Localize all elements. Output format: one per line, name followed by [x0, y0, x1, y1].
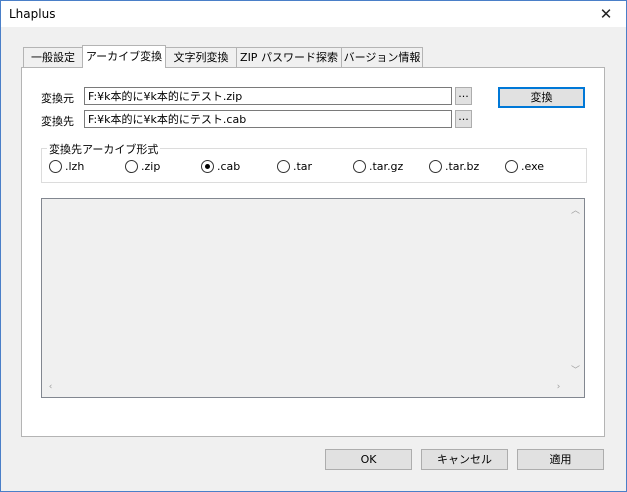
radio-circle [49, 160, 62, 173]
radio-label: .zip [141, 160, 161, 173]
dest-browse-button[interactable]: ... [455, 110, 472, 128]
dest-label: 変換先 [41, 115, 74, 128]
radio-selected-dot [205, 164, 210, 169]
scroll-up-icon[interactable]: ︿ [567, 203, 584, 216]
dest-path-input[interactable]: F:¥k本的に¥k本的にテスト.cab [84, 110, 452, 128]
convert-button[interactable]: 変換 [498, 87, 585, 108]
main-window: Lhaplus ✕ 一般設定 アーカイブ変換 文字列変換 ZIP パスワード探索… [0, 0, 627, 492]
window-title: Lhaplus [9, 7, 56, 21]
cancel-button[interactable]: キャンセル [421, 449, 508, 470]
radio-circle [201, 160, 214, 173]
close-icon[interactable]: ✕ [592, 3, 620, 25]
radio-label: .tar.gz [369, 160, 404, 173]
scroll-down-icon[interactable]: ﹀ [567, 363, 584, 376]
radio-label: .exe [521, 160, 545, 173]
radio-circle [125, 160, 138, 173]
radio-circle [353, 160, 366, 173]
log-output-area[interactable]: ︿ ﹀ ‹ › [41, 198, 585, 398]
radio-label: .lzh [65, 160, 85, 173]
horizontal-scrollbar[interactable]: ‹ › [42, 380, 567, 397]
tab-archive-convert[interactable]: アーカイブ変換 [82, 45, 166, 68]
radio-circle [505, 160, 518, 173]
source-label: 変換元 [41, 92, 74, 105]
tab-general[interactable]: 一般設定 [23, 47, 83, 67]
source-browse-button[interactable]: ... [455, 87, 472, 105]
apply-button[interactable]: 適用 [517, 449, 604, 470]
tab-zip-password[interactable]: ZIP パスワード探索 [236, 47, 342, 67]
scroll-right-icon[interactable]: › [550, 382, 567, 392]
tab-string-convert[interactable]: 文字列変換 [165, 47, 237, 67]
title-bar: Lhaplus ✕ [1, 1, 626, 27]
source-path-input[interactable]: F:¥k本的に¥k本的にテスト.zip [84, 87, 452, 105]
tab-version-info[interactable]: バージョン情報 [341, 47, 423, 67]
radio-label: .tar [293, 160, 313, 173]
vertical-scrollbar[interactable]: ︿ ﹀ [567, 199, 584, 380]
radio-label: .cab [217, 160, 241, 173]
format-group-title: 変換先アーカイブ形式 [47, 141, 161, 157]
ok-button[interactable]: OK [325, 449, 412, 470]
radio-circle [429, 160, 442, 173]
radio-circle [277, 160, 290, 173]
scroll-left-icon[interactable]: ‹ [42, 382, 59, 392]
radio-label: .tar.bz [445, 160, 480, 173]
